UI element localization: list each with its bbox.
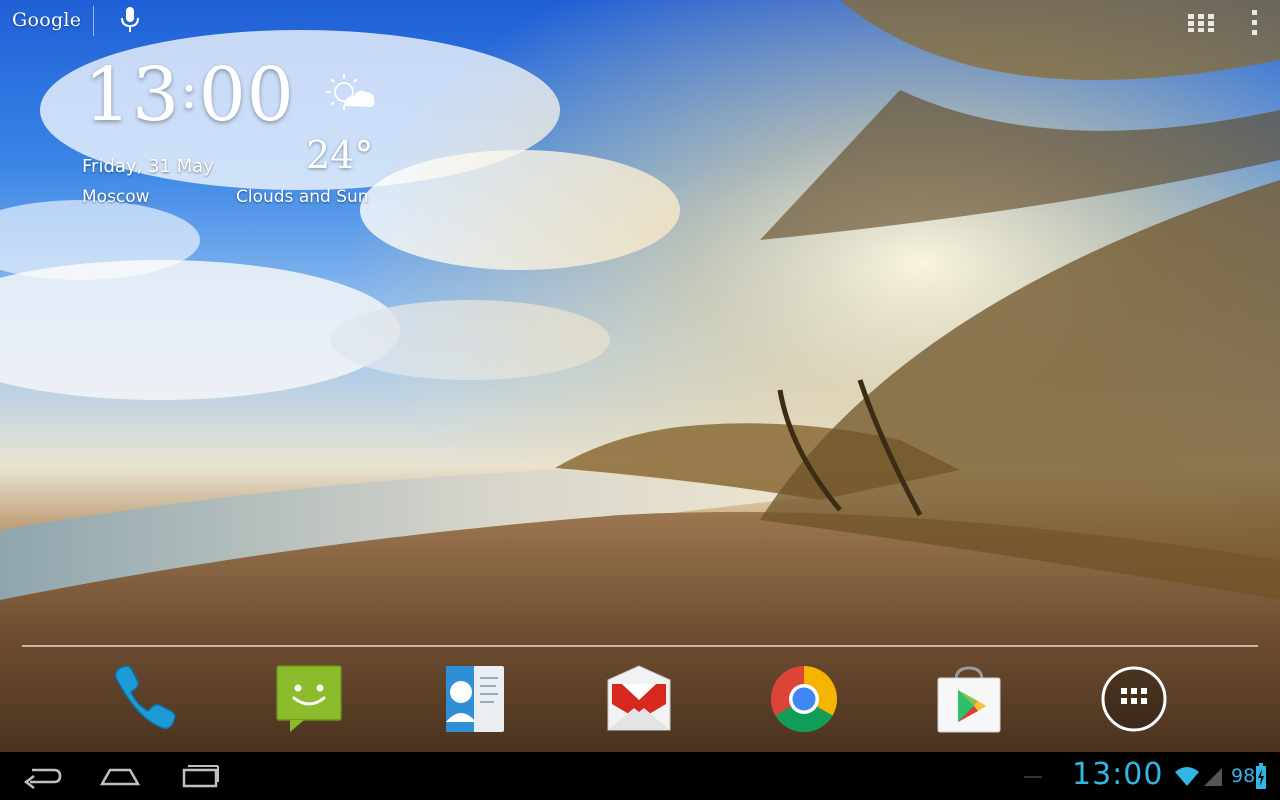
home-icon[interactable] bbox=[98, 760, 142, 792]
signal-icon[interactable] bbox=[1202, 766, 1222, 786]
play-store-icon[interactable] bbox=[934, 664, 1004, 734]
all-apps-icon[interactable] bbox=[1099, 664, 1169, 734]
battery-charging-icon[interactable] bbox=[1256, 763, 1266, 789]
google-search-label[interactable]: Google bbox=[12, 9, 81, 31]
status-clock[interactable]: 13:00 bbox=[1072, 757, 1163, 792]
phone-icon[interactable] bbox=[108, 664, 178, 734]
search-divider bbox=[93, 6, 94, 36]
clock-date: Friday, 31 May bbox=[82, 156, 214, 177]
chrome-icon[interactable] bbox=[769, 664, 839, 734]
status-separator bbox=[1024, 776, 1042, 778]
weather-condition: Clouds and Sun bbox=[236, 187, 369, 207]
wifi-icon[interactable] bbox=[1174, 766, 1200, 786]
messaging-icon[interactable] bbox=[274, 664, 344, 734]
clock-separator: : bbox=[180, 61, 199, 121]
battery-percentage[interactable]: 98 bbox=[1231, 765, 1255, 787]
clock-time[interactable]: 13:00 bbox=[84, 52, 295, 138]
contacts-icon[interactable] bbox=[440, 664, 510, 734]
overflow-icon[interactable] bbox=[1250, 10, 1260, 36]
back-icon[interactable] bbox=[20, 760, 64, 792]
partly-cloudy-icon bbox=[326, 74, 375, 110]
navigation-bar: 13:00 98 bbox=[0, 752, 1280, 800]
weather-temperature: 24° bbox=[306, 133, 374, 177]
clock-city: Moscow bbox=[82, 187, 150, 207]
recents-icon[interactable] bbox=[178, 760, 222, 792]
clock-hours: 13 bbox=[84, 52, 181, 138]
gmail-icon[interactable] bbox=[604, 664, 674, 734]
mic-icon[interactable] bbox=[118, 6, 142, 34]
clock-minutes: 00 bbox=[198, 52, 295, 138]
dock-divider bbox=[22, 645, 1258, 647]
apps-grid-icon[interactable] bbox=[1188, 14, 1214, 32]
